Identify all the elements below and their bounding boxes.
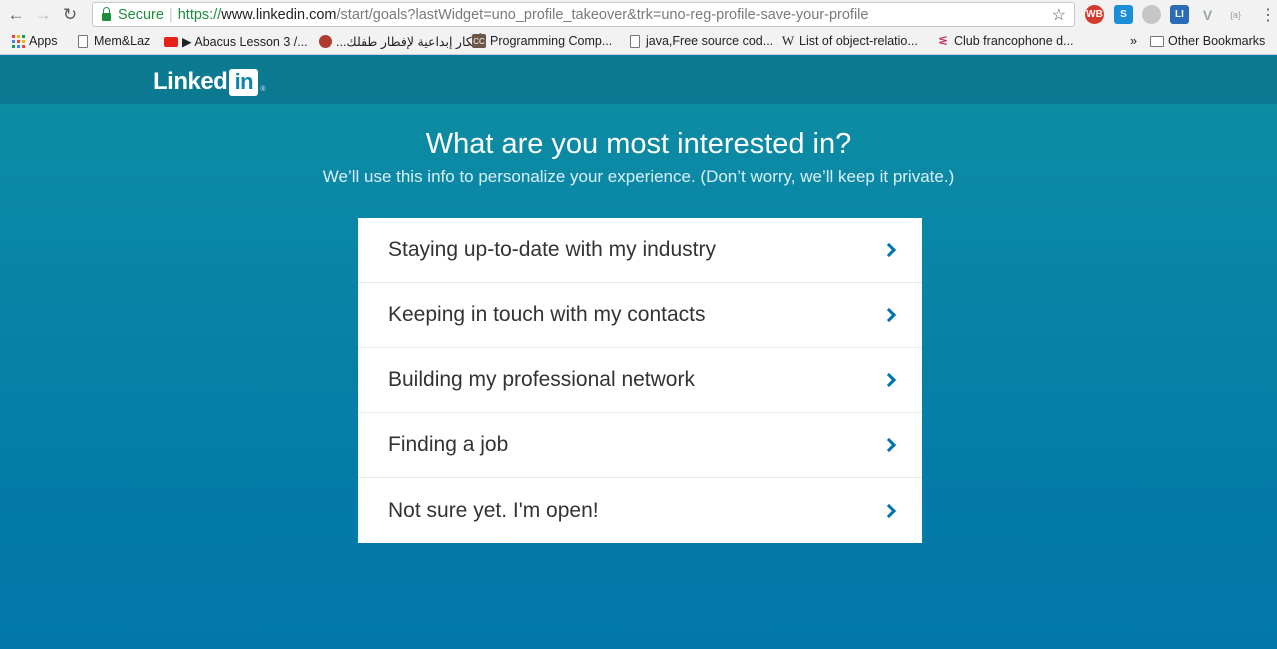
vue-devtools-icon[interactable]: V	[1198, 5, 1217, 24]
back-arrow-icon[interactable]: ←	[5, 4, 27, 26]
club-icon: ᓬ	[938, 34, 948, 48]
goal-option-label: Not sure yet. I'm open!	[388, 498, 599, 522]
bookmark-label: Mem&Laz	[94, 34, 151, 48]
cloud-icon[interactable]	[1142, 5, 1161, 24]
goal-option-network[interactable]: Building my professional network	[358, 348, 922, 413]
document-icon	[76, 34, 90, 48]
cc-icon: CC	[472, 34, 486, 48]
goal-option-label: Keeping in touch with my contacts	[388, 303, 706, 326]
bookmark-arabic-recipes[interactable]: أفكار إبداعية لإفطار طفلك...	[318, 34, 482, 49]
registered-mark: ®	[260, 86, 266, 93]
bookmark-label: أفكار إبداعية لإفطار طفلك...	[336, 35, 483, 49]
bookmark-club[interactable]: ᓬ Club francophone d...	[936, 34, 1074, 48]
lock-icon	[102, 6, 111, 21]
bookmarks-overflow[interactable]: »	[1130, 34, 1137, 48]
bookmark-label: Programming Comp...	[490, 34, 613, 48]
chevron-right-icon	[881, 242, 897, 258]
bookmark-label: Apps	[29, 34, 58, 48]
bookmark-label: ▶ Abacus Lesson 3 /...	[182, 35, 308, 49]
bookmark-memlaz[interactable]: Mem&Laz	[76, 34, 150, 48]
wayback-icon[interactable]: WB	[1085, 5, 1104, 24]
apps-grid-icon	[11, 34, 25, 48]
chevron-right-icon	[881, 437, 897, 453]
onboarding-page: Linked in ® What are you most interested…	[0, 56, 1277, 649]
security-label: Secure	[118, 6, 164, 23]
bookmark-label: List of object-relatio...	[799, 34, 918, 48]
browser-toolbar: ← → ↻ Secure | https://www.linkedin.com /…	[0, 0, 1277, 30]
menu-icon[interactable]: ⋮	[1257, 4, 1277, 26]
url-scheme: https://	[177, 6, 222, 23]
goal-option-job[interactable]: Finding a job	[358, 413, 922, 478]
bookmark-abacus[interactable]: ▶ Abacus Lesson 3 /...	[164, 34, 308, 49]
skype-icon[interactable]: S	[1114, 5, 1133, 24]
page-subtitle: We’ll use this info to personalize your …	[322, 167, 955, 186]
address-separator: |	[168, 6, 173, 23]
goal-option-contacts[interactable]: Keeping in touch with my contacts	[358, 283, 922, 348]
linkedin-logo[interactable]: Linked in ®	[153, 68, 265, 96]
url-host: www.linkedin.com	[221, 6, 337, 23]
bookmark-label: java,Free source cod...	[646, 34, 774, 48]
goal-option-label: Finding a job	[388, 433, 509, 456]
goal-option-industry[interactable]: Staying up-to-date with my industry	[358, 218, 922, 283]
goal-option-label: Building my professional network	[388, 368, 695, 391]
url-path: /start/goals?lastWidget=uno_profile_take…	[336, 6, 869, 23]
chevron-right-icon	[881, 503, 897, 518]
folder-icon	[1150, 34, 1164, 48]
bookmark-label: Other Bookmarks	[1168, 34, 1266, 48]
bookmark-orm-list[interactable]: W List of object-relatio...	[781, 33, 918, 48]
goal-option-open[interactable]: Not sure yet. I'm open!	[358, 478, 922, 543]
logo-in-badge: in	[229, 68, 259, 96]
document-icon	[628, 34, 642, 48]
chevron-right-icon	[881, 307, 897, 323]
bookmark-star-icon[interactable]: ☆	[1052, 5, 1066, 25]
bookmarks-bar: Apps Mem&Laz ▶ Abacus Lesson 3 /... أفكا…	[0, 30, 1277, 55]
site-header: Linked in ®	[0, 56, 1277, 104]
json-icon[interactable]: {a}	[1226, 5, 1245, 24]
wikipedia-icon: W	[781, 33, 795, 48]
bookmark-programming[interactable]: CC Programming Comp...	[472, 34, 612, 48]
address-bar[interactable]: Secure | https://www.linkedin.com/start/…	[92, 2, 1075, 27]
page-title: What are you most interested in?	[425, 128, 852, 160]
site-icon	[318, 35, 332, 49]
goal-option-label: Staying up-to-date with my industry	[388, 238, 716, 261]
reload-icon[interactable]: ↻	[59, 4, 81, 26]
linkedin-ext-icon[interactable]: LI	[1170, 5, 1189, 24]
bookmark-apps[interactable]: Apps	[11, 34, 58, 48]
logo-word: Linked	[153, 68, 228, 95]
goals-options-list: Staying up-to-date with my industry Keep…	[358, 218, 922, 543]
chevron-right-icon	[881, 372, 897, 388]
bookmark-java[interactable]: java,Free source cod...	[628, 34, 773, 48]
forward-arrow-icon[interactable]: →	[32, 4, 54, 26]
other-bookmarks[interactable]: Other Bookmarks	[1150, 34, 1265, 48]
youtube-icon	[164, 35, 178, 49]
bookmark-label: Club francophone d...	[954, 34, 1074, 48]
